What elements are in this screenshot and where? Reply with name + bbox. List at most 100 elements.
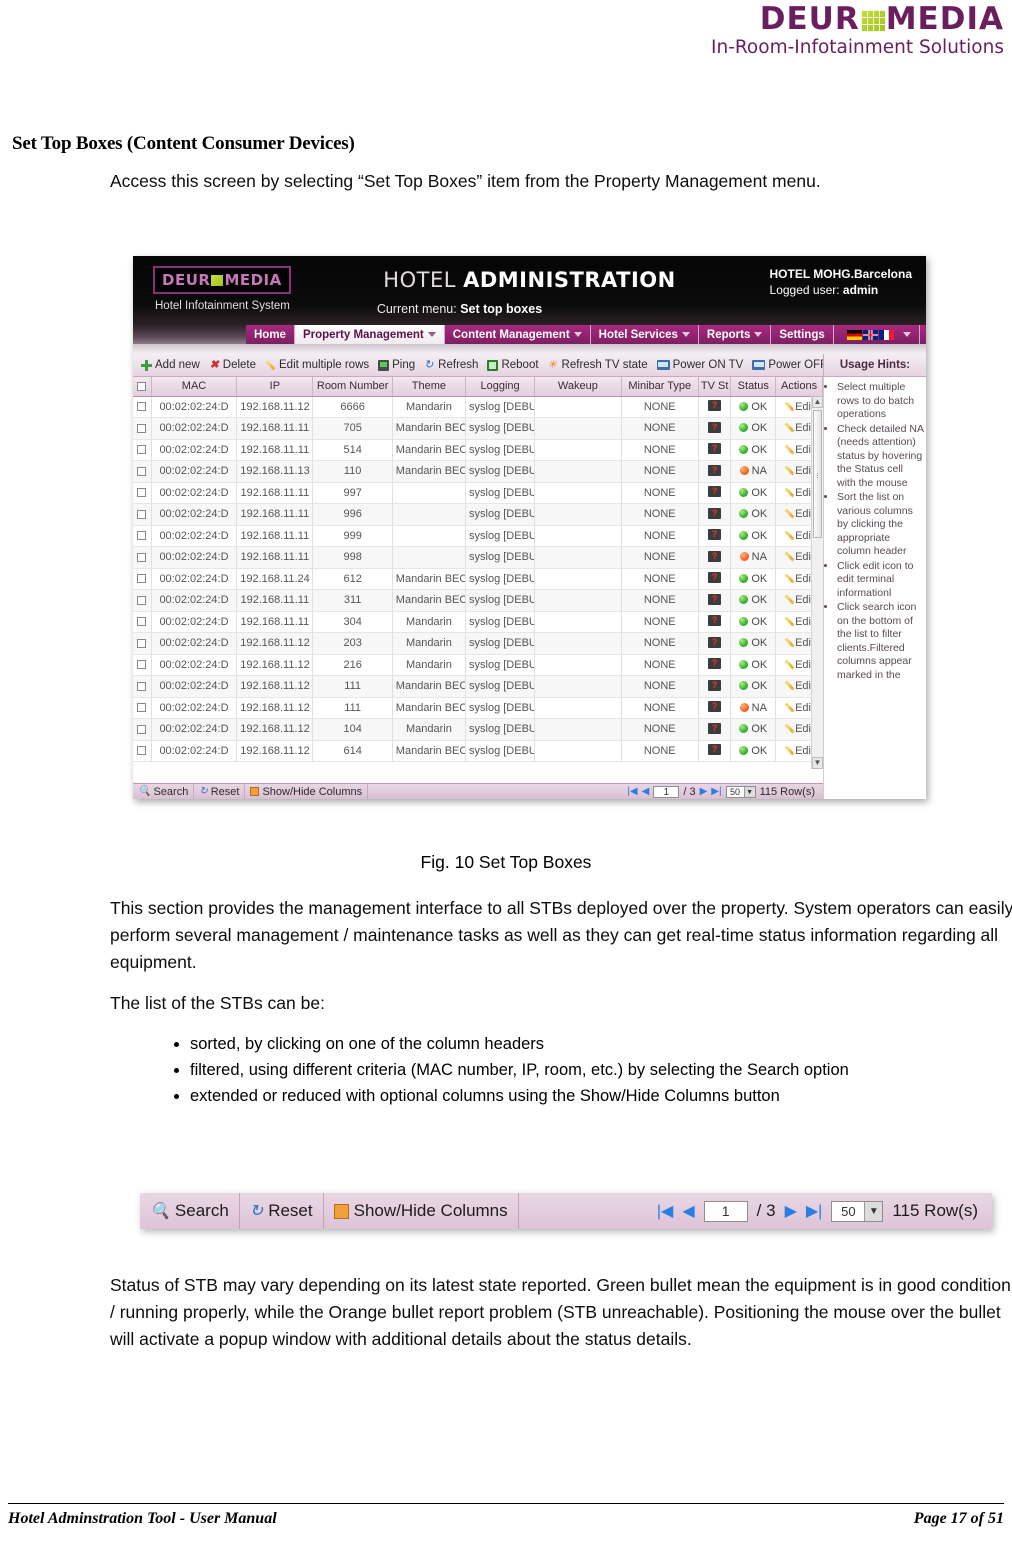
row-checkbox[interactable] <box>137 660 147 670</box>
table-row[interactable]: 00:02:02:24:D 192.168.11.11 998 syslog [DEB… <box>133 546 823 569</box>
page-size-select[interactable]: 50 ▼ <box>831 1200 884 1222</box>
row-select-cell[interactable] <box>133 718 152 741</box>
edit-multiple-rows-button[interactable]: Edit multiple rows <box>263 359 371 371</box>
next-page-icon[interactable]: ▶ <box>700 786 708 797</box>
row-checkbox[interactable] <box>137 402 147 412</box>
row-select-cell[interactable] <box>133 611 152 633</box>
cell-tv-state[interactable] <box>698 439 732 461</box>
row-select-cell[interactable] <box>133 525 152 547</box>
scroll-down-icon[interactable]: ▼ <box>812 757 823 769</box>
row-checkbox[interactable] <box>137 746 147 756</box>
cell-status[interactable]: OK <box>730 675 777 698</box>
row-select-cell[interactable] <box>133 460 152 483</box>
cell-status[interactable]: NA <box>730 460 777 483</box>
cell-status[interactable]: NA <box>730 546 777 569</box>
table-row[interactable]: 00:02:02:24:D 192.168.11.11 705 Mandarin BE… <box>133 417 823 440</box>
row-checkbox[interactable] <box>137 423 147 433</box>
cell-tv-state[interactable] <box>698 525 732 547</box>
table-row[interactable]: 00:02:02:24:D 192.168.11.12 111 Mandarin BE… <box>133 697 823 719</box>
search-button[interactable]: 🔍 Search <box>133 784 195 799</box>
cell-tv-state[interactable] <box>698 460 732 483</box>
prev-page-icon[interactable]: ◀ <box>642 786 650 797</box>
action-toolbar[interactable]: Add new ✖ Delete Edit multiple rows Ping … <box>133 354 845 377</box>
select-all-checkbox[interactable] <box>137 381 147 391</box>
cell-status[interactable]: OK <box>730 503 777 526</box>
row-checkbox[interactable] <box>137 445 147 455</box>
nav-item-logoff[interactable]: Logoff <box>919 325 926 344</box>
cell-tv-state[interactable] <box>698 654 732 676</box>
table-row[interactable]: 00:02:02:24:D 192.168.11.12 216 Mandarin sys… <box>133 654 823 676</box>
col-header-mac[interactable]: MAC <box>151 377 238 397</box>
next-page-icon[interactable]: ▶ <box>785 1201 797 1221</box>
row-checkbox[interactable] <box>137 488 147 498</box>
reset-button-large[interactable]: ↻ Reset <box>240 1193 324 1229</box>
col-header-wakeup[interactable]: Wakeup <box>534 377 622 397</box>
nav-item-hotel-services[interactable]: Hotel Services <box>590 325 699 344</box>
cell-status[interactable]: OK <box>730 740 777 762</box>
row-select-cell[interactable] <box>133 675 152 698</box>
row-select-cell[interactable] <box>133 482 152 504</box>
table-row[interactable]: 00:02:02:24:D 192.168.11.11 996 syslog [DEB… <box>133 503 823 526</box>
table-row[interactable]: 00:02:02:24:D 192.168.11.12 6666 Mandarin sy… <box>133 396 823 418</box>
nav-item-content-management[interactable]: Content Management <box>444 325 591 344</box>
row-checkbox[interactable] <box>137 703 147 713</box>
row-checkbox[interactable] <box>137 681 147 691</box>
table-row[interactable]: 00:02:02:24:D 192.168.11.24 612 Mandarin BE… <box>133 568 823 590</box>
reset-button[interactable]: ↻ Reset <box>194 784 246 799</box>
cell-tv-state[interactable] <box>698 546 732 569</box>
cell-tv-state[interactable] <box>698 611 732 633</box>
table-row[interactable]: 00:02:02:24:D 192.168.11.11 999 syslog [DEB… <box>133 525 823 547</box>
cell-status[interactable]: OK <box>730 568 777 590</box>
cell-status[interactable]: OK <box>730 417 777 440</box>
show-hide-columns-button[interactable]: Show/Hide Columns <box>245 784 369 799</box>
pagination-controls-large[interactable]: |◀ ◀ 1 / 3 ▶ ▶| 50 ▼ 115 Row(s) <box>657 1200 992 1222</box>
cell-tv-state[interactable] <box>698 632 732 655</box>
main-navigation[interactable]: Home Property Management Content Managem… <box>246 325 926 344</box>
nav-item-property-management[interactable]: Property Management <box>294 325 445 344</box>
cell-status[interactable]: OK <box>730 396 777 418</box>
cell-tv-state[interactable] <box>698 568 732 590</box>
prev-page-icon[interactable]: ◀ <box>682 1201 694 1221</box>
table-row[interactable]: 00:02:02:24:D 192.168.11.12 614 Mandarin BE… <box>133 740 823 762</box>
ping-button[interactable]: Ping <box>376 359 417 371</box>
table-row[interactable]: 00:02:02:24:D 192.168.11.13 110 Mandarin BE… <box>133 460 823 483</box>
cell-tv-state[interactable] <box>698 697 732 719</box>
cell-status[interactable]: OK <box>730 611 777 633</box>
page-size-select[interactable]: 50 ▼ <box>725 785 756 798</box>
table-row[interactable]: 00:02:02:24:D 192.168.11.11 997 syslog [DEB… <box>133 482 823 504</box>
col-header-logging[interactable]: Logging <box>465 377 536 397</box>
table-scrollbar[interactable]: ▲ ▼ <box>811 396 823 769</box>
refresh-tv-state-button[interactable]: ✳ Refresh TV state <box>546 359 650 371</box>
cell-status[interactable]: OK <box>730 632 777 655</box>
cell-tv-state[interactable] <box>698 589 732 612</box>
scroll-up-icon[interactable]: ▲ <box>812 396 823 408</box>
nav-item-reports[interactable]: Reports <box>698 325 772 344</box>
row-select-cell[interactable] <box>133 546 152 569</box>
nav-item-home[interactable]: Home <box>246 325 295 344</box>
first-page-icon[interactable]: |◀ <box>657 1201 673 1221</box>
add-new-button[interactable]: Add new <box>139 359 202 371</box>
table-row[interactable]: 00:02:02:24:D 192.168.11.12 203 Mandarin sys… <box>133 632 823 655</box>
col-header-tv-state[interactable]: TV St <box>698 377 732 397</box>
row-checkbox[interactable] <box>137 724 147 734</box>
col-header-minibar-type[interactable]: Minibar Type <box>621 377 699 397</box>
show-hide-columns-button-large[interactable]: Show/Hide Columns <box>324 1193 519 1229</box>
cell-status[interactable]: OK <box>730 589 777 612</box>
search-button-large[interactable]: 🔍 Search <box>140 1193 240 1229</box>
nav-item-language-selector[interactable] <box>833 325 920 344</box>
cell-tv-state[interactable] <box>698 417 732 440</box>
delete-button[interactable]: ✖ Delete <box>207 359 258 371</box>
table-row[interactable]: 00:02:02:24:D 192.168.11.11 514 Mandarin BE… <box>133 439 823 461</box>
row-select-cell[interactable] <box>133 568 152 590</box>
col-header-ip[interactable]: IP <box>236 377 314 397</box>
row-select-cell[interactable] <box>133 697 152 719</box>
last-page-icon[interactable]: ▶| <box>711 786 721 797</box>
table-row[interactable]: 00:02:02:24:D 192.168.11.12 111 Mandarin BE… <box>133 675 823 698</box>
scroll-thumb[interactable] <box>813 410 822 538</box>
reboot-button[interactable]: Reboot <box>485 359 540 371</box>
col-header-room-number[interactable]: Room Number <box>312 377 393 397</box>
cell-status[interactable]: OK <box>730 654 777 676</box>
cell-status[interactable]: OK <box>730 482 777 504</box>
select-all-header[interactable] <box>133 377 152 397</box>
col-header-status[interactable]: Status <box>730 377 777 397</box>
